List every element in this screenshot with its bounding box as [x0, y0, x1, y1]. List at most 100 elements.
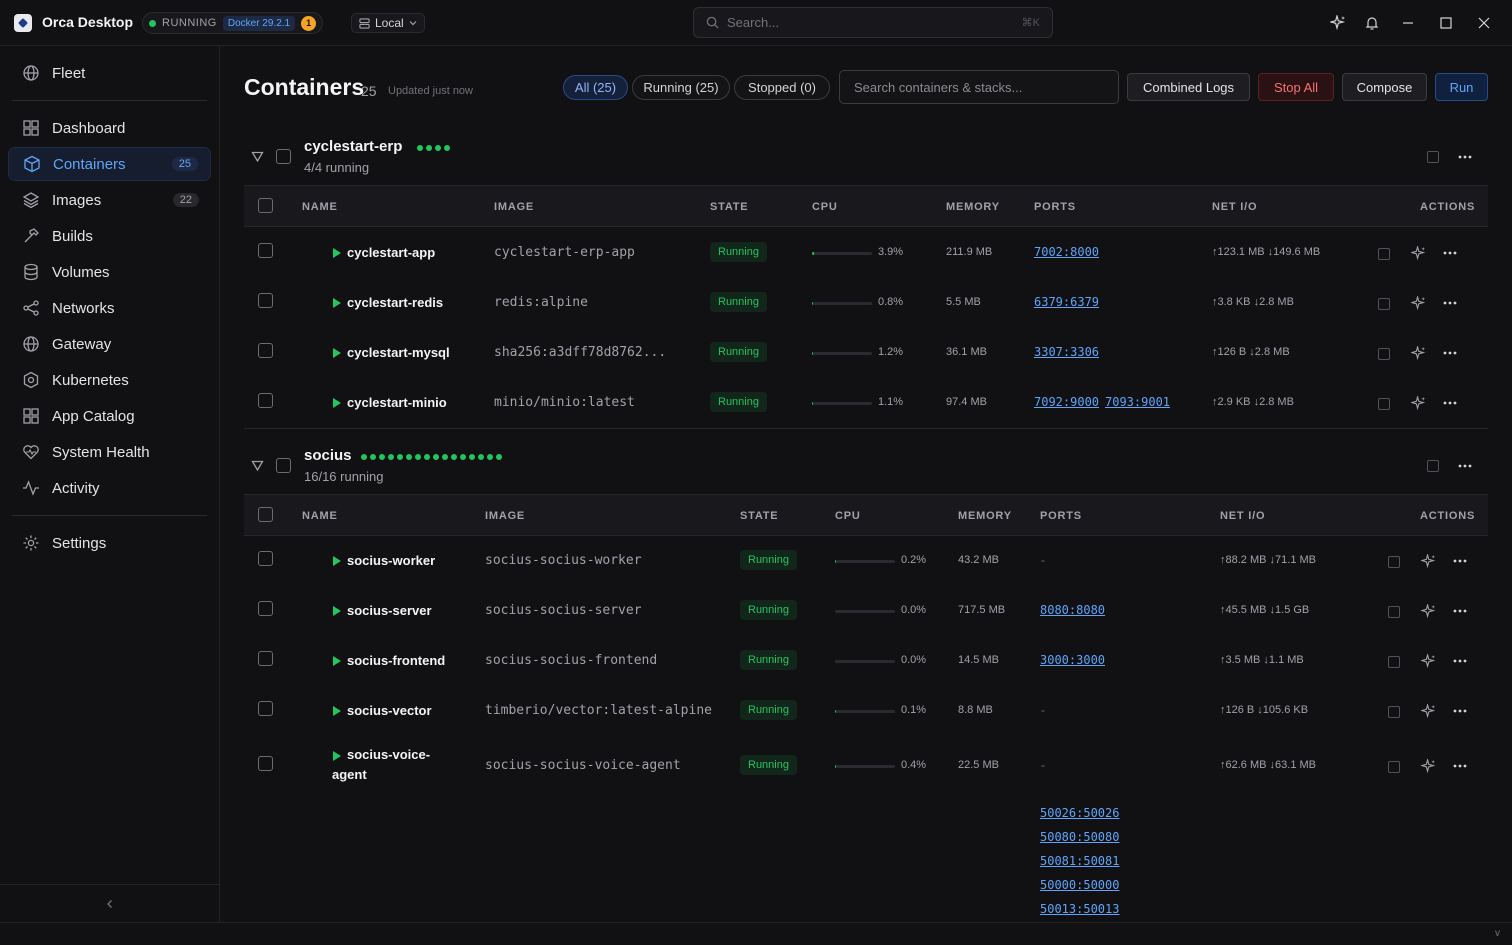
stack-stop-icon[interactable] [1427, 460, 1439, 472]
filter-running[interactable]: Running (25) [632, 75, 730, 100]
engine-alert-count[interactable]: 1 [301, 15, 317, 31]
collapse-triangle-icon[interactable] [251, 150, 264, 163]
container-name[interactable]: socius-server [347, 601, 432, 621]
row-more-icon[interactable] [1452, 553, 1468, 569]
stack-stop-icon[interactable] [1427, 151, 1439, 163]
sidebar-item-builds[interactable]: Builds [8, 219, 211, 253]
row-select-checkbox[interactable] [258, 243, 273, 258]
start-icon[interactable] [333, 706, 341, 716]
start-icon[interactable] [333, 398, 341, 408]
sidebar-item-networks[interactable]: Networks [8, 291, 211, 325]
port-link[interactable]: 3307:3306 [1034, 345, 1099, 359]
ai-assist-icon[interactable] [1410, 345, 1426, 361]
run-button[interactable]: Run [1435, 73, 1488, 101]
container-name[interactable]: cyclestart-minio [347, 393, 447, 413]
port-link[interactable]: 7002:8000 [1034, 245, 1099, 259]
compose-button[interactable]: Compose [1342, 73, 1427, 101]
stop-container-icon[interactable] [1388, 556, 1400, 568]
column-header-state[interactable]: STATE [740, 510, 778, 522]
maximize-icon[interactable] [1437, 14, 1455, 32]
row-select-checkbox[interactable] [258, 343, 273, 358]
combined-logs-button[interactable]: Combined Logs [1127, 73, 1250, 101]
column-header-name[interactable]: NAME [302, 201, 338, 213]
row-more-icon[interactable] [1442, 295, 1458, 311]
table-row[interactable]: cyclestart-mysql sha256:a3dff78d8762... Ru… [244, 328, 1488, 378]
table-row[interactable]: socius-server socius-socius-server Running… [244, 586, 1488, 636]
sidebar-item-kubernetes[interactable]: Kubernetes [8, 363, 211, 397]
column-header-ports[interactable]: PORTS [1034, 201, 1076, 213]
port-link[interactable]: 3000:3000 [1040, 653, 1105, 667]
table-row[interactable]: socius-worker socius-socius-worker Running… [244, 536, 1488, 586]
stack-name[interactable]: cyclestart-erp [304, 138, 402, 155]
start-icon[interactable] [333, 556, 341, 566]
ai-assist-icon[interactable] [1410, 245, 1426, 261]
table-row[interactable]: cyclestart-redis redis:alpine Running 0.8% 5… [244, 278, 1488, 328]
ai-assist-icon[interactable] [1420, 603, 1436, 619]
sparkle-icon[interactable] [1329, 14, 1347, 32]
row-select-checkbox[interactable] [258, 651, 273, 666]
stop-container-icon[interactable] [1378, 248, 1390, 260]
table-row[interactable]: socius-voice-agent socius-socius-voice-ag… [244, 736, 1488, 796]
sidebar-item-fleet[interactable]: Fleet [8, 56, 211, 90]
port-link[interactable]: 50000:50000 [1040, 878, 1119, 892]
stop-container-icon[interactable] [1388, 606, 1400, 618]
sidebar-item-volumes[interactable]: Volumes [8, 255, 211, 289]
row-more-icon[interactable] [1452, 758, 1468, 774]
table-row[interactable]: socius-frontend socius-socius-frontend Run… [244, 636, 1488, 686]
row-select-checkbox[interactable] [258, 601, 273, 616]
start-icon[interactable] [333, 248, 341, 258]
collapse-sidebar-button[interactable] [0, 884, 219, 922]
table-row[interactable]: socius-vector timberio/vector:latest-alpi… [244, 686, 1488, 736]
collapse-triangle-icon[interactable] [251, 459, 264, 472]
column-header-image[interactable]: IMAGE [494, 201, 534, 213]
container-name[interactable]: socius-worker [347, 551, 435, 571]
column-header-net-io[interactable]: NET I/O [1220, 510, 1265, 522]
column-header-net-io[interactable]: NET I/O [1212, 201, 1257, 213]
sidebar-item-settings[interactable]: Settings [8, 526, 211, 560]
ai-assist-icon[interactable] [1420, 758, 1436, 774]
ai-assist-icon[interactable] [1420, 703, 1436, 719]
row-select-checkbox[interactable] [258, 393, 273, 408]
stop-container-icon[interactable] [1378, 398, 1390, 410]
sidebar-item-system-health[interactable]: System Health [8, 435, 211, 469]
stop-container-icon[interactable] [1388, 656, 1400, 668]
context-select[interactable]: Local [351, 13, 425, 33]
column-header-state[interactable]: STATE [710, 201, 748, 213]
stop-container-icon[interactable] [1388, 706, 1400, 718]
ai-assist-icon[interactable] [1420, 553, 1436, 569]
stack-more-icon[interactable] [1457, 149, 1473, 165]
container-name[interactable]: socius-vector [347, 701, 432, 721]
start-icon[interactable] [333, 298, 341, 308]
stack-select-checkbox[interactable] [276, 149, 291, 164]
sidebar-item-images[interactable]: Images 22 [8, 183, 211, 217]
table-row[interactable]: cyclestart-minio minio/minio:latest Runnin… [244, 378, 1488, 428]
engine-status-pill[interactable]: RUNNING Docker 29.2.1 1 [142, 12, 324, 34]
port-link[interactable]: 50081:50081 [1040, 854, 1119, 868]
stop-container-icon[interactable] [1378, 298, 1390, 310]
start-icon[interactable] [333, 606, 341, 616]
column-header-memory[interactable]: MEMORY [958, 510, 1012, 522]
port-link[interactable]: 6379:6379 [1034, 295, 1099, 309]
row-more-icon[interactable] [1442, 245, 1458, 261]
stop-all-button[interactable]: Stop All [1258, 73, 1334, 101]
table-row[interactable]: cyclestart-app cyclestart-erp-app Running 3… [244, 228, 1488, 278]
column-header-name[interactable]: NAME [302, 510, 338, 522]
port-link[interactable]: 7093:9001 [1105, 395, 1170, 409]
filter-all[interactable]: All (25) [563, 75, 628, 100]
container-search-input[interactable] [839, 70, 1119, 104]
port-link[interactable]: 50026:50026 [1040, 806, 1119, 820]
close-icon[interactable] [1475, 14, 1493, 32]
stack-more-icon[interactable] [1457, 458, 1473, 474]
ai-assist-icon[interactable] [1420, 653, 1436, 669]
row-select-checkbox[interactable] [258, 551, 273, 566]
stack-name[interactable]: socius [304, 447, 352, 464]
column-header-cpu[interactable]: CPU [812, 201, 838, 213]
column-header-memory[interactable]: MEMORY [946, 201, 1000, 213]
stop-container-icon[interactable] [1378, 348, 1390, 360]
port-link[interactable]: 50080:50080 [1040, 830, 1119, 844]
sidebar-item-dashboard[interactable]: Dashboard [8, 111, 211, 145]
row-select-checkbox[interactable] [258, 701, 273, 716]
row-more-icon[interactable] [1442, 395, 1458, 411]
port-link[interactable]: 8080:8080 [1040, 603, 1105, 617]
row-more-icon[interactable] [1452, 653, 1468, 669]
